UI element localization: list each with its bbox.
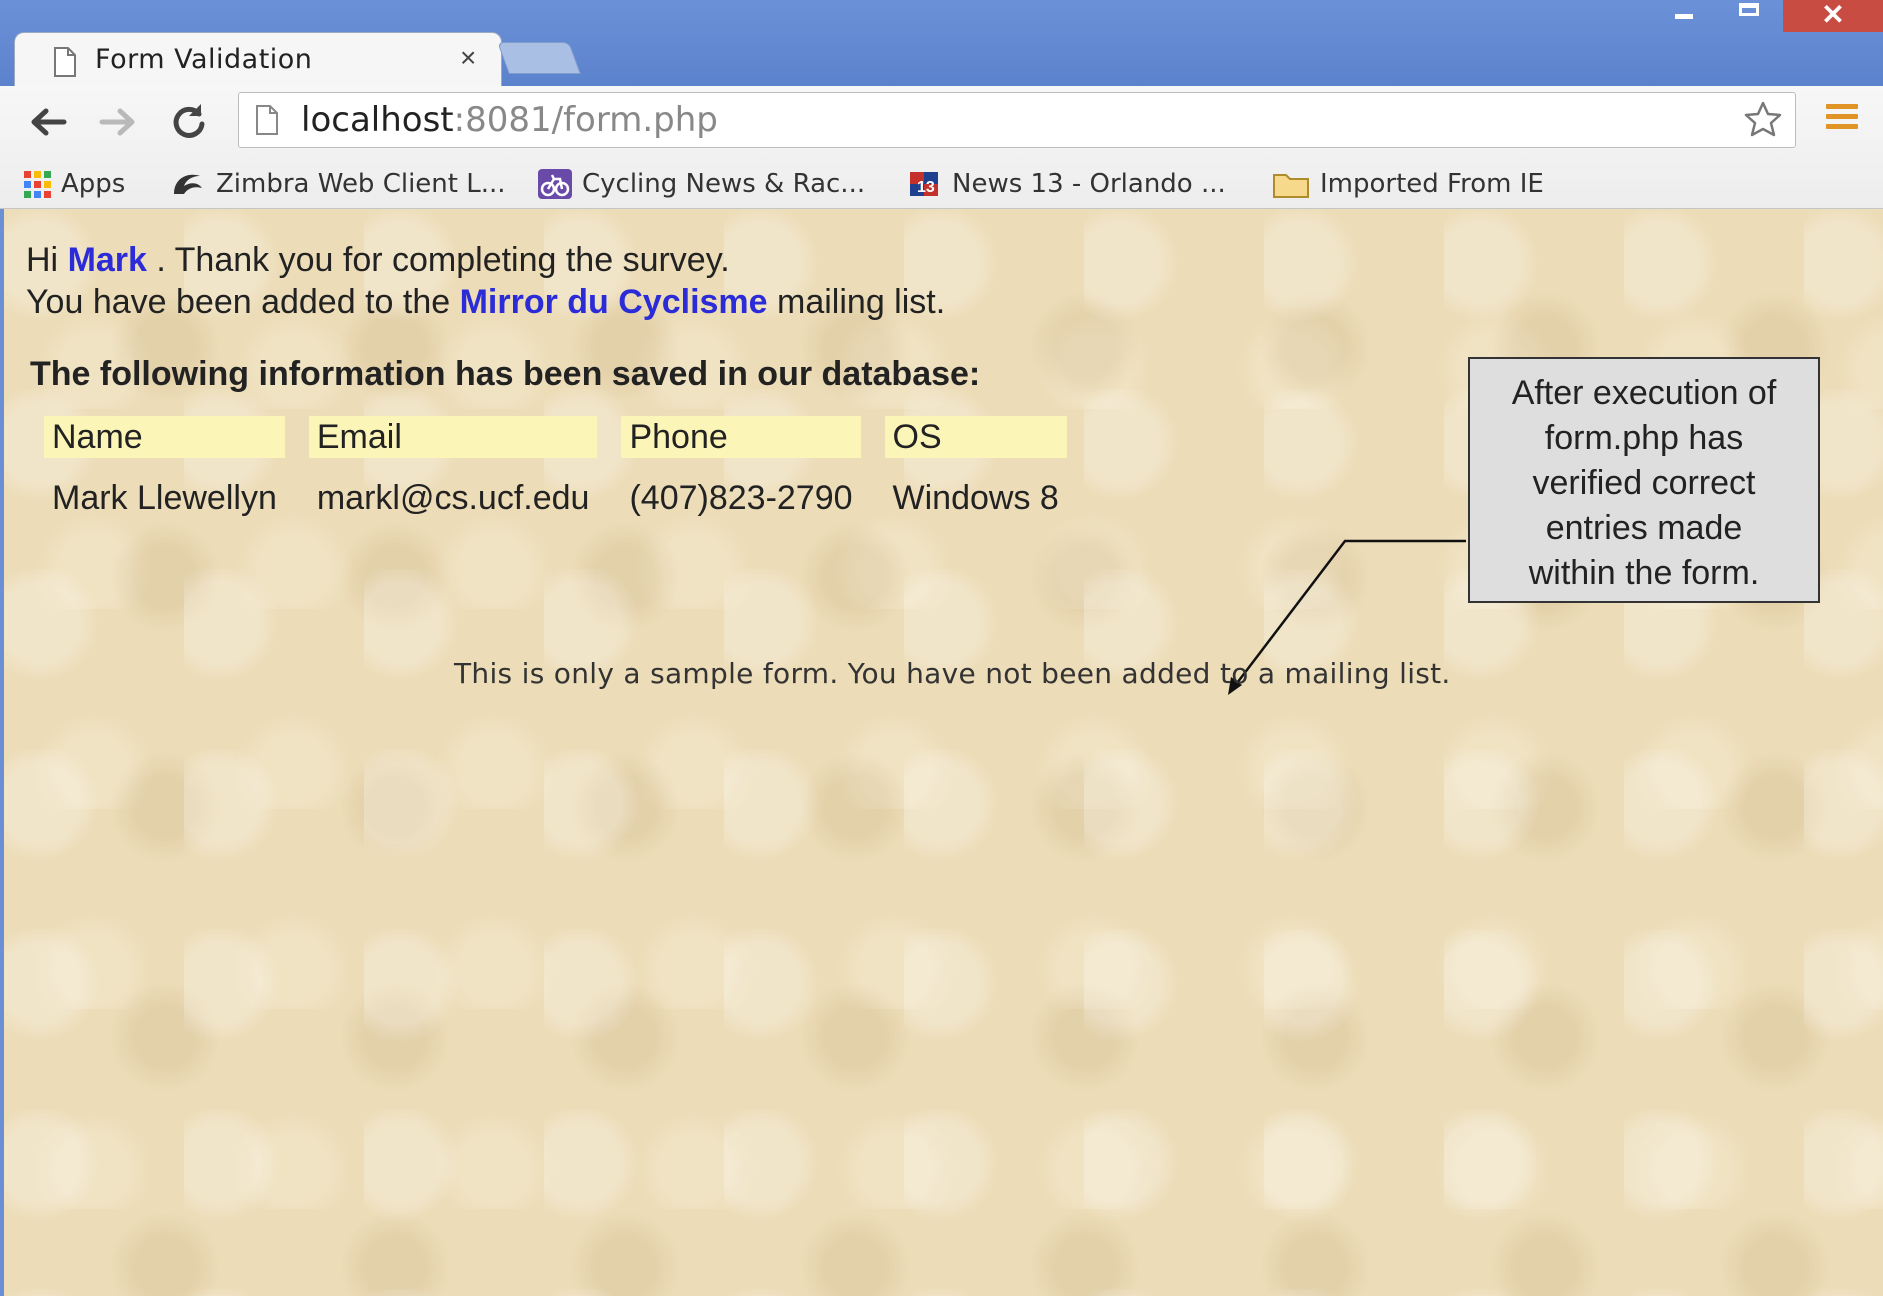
table-header-row: Name Email Phone OS [44, 416, 1067, 458]
back-arrow-icon [31, 108, 67, 136]
callout-line: form.php has [1544, 419, 1744, 457]
header-name: Name [44, 416, 285, 458]
close-window-button[interactable]: ✕ [1783, 0, 1883, 32]
table-row: Mark Llewellyn markl@cs.ucf.edu (407)823… [44, 458, 1067, 518]
header-email: Email [285, 416, 598, 458]
header-phone: Phone [597, 416, 861, 458]
back-button[interactable] [26, 100, 70, 144]
annotation-callout: After execution of form.php has verified… [1468, 357, 1820, 603]
bookmarks-bar: Apps Zimbra Web Client L... Cycling News… [0, 158, 1883, 206]
new-tab-button[interactable] [497, 42, 581, 74]
news13-icon: 13 [910, 172, 938, 196]
saved-info-table: Name Email Phone OS Mark Llewellyn markl… [44, 416, 1067, 518]
callout-line: After execution of [1511, 374, 1777, 412]
reload-icon [173, 104, 205, 138]
cell-email: markl@cs.ucf.edu [316, 479, 590, 517]
url-path: :8081/form.php [453, 100, 718, 140]
forward-arrow-icon [99, 108, 135, 136]
menu-icon[interactable] [1826, 104, 1858, 134]
bookmark-star-icon[interactable] [1743, 100, 1783, 145]
greeting: Hi Mark . Thank you for completing the s… [26, 239, 945, 323]
tab-title: Form Validation [95, 44, 313, 75]
folder-icon [1273, 174, 1309, 198]
bookmark-label: Cycling News & Rac... [582, 169, 866, 199]
tab-close-icon[interactable]: × [460, 42, 476, 74]
bookmark-cycling-news[interactable]: Cycling News & Rac... [538, 166, 865, 202]
forward-button[interactable] [96, 100, 140, 144]
bookmark-label: Zimbra Web Client L... [216, 169, 506, 199]
page-content: Hi Mark . Thank you for completing the s… [4, 209, 1883, 1296]
zimbra-icon [174, 174, 202, 194]
svg-text:13: 13 [917, 179, 935, 196]
browser-toolbar: localhost:8081/form.php Apps Zimbra Web … [0, 86, 1883, 209]
maximize-button[interactable] [1725, 0, 1773, 30]
bookmark-zimbra[interactable]: Zimbra Web Client L... [170, 166, 506, 202]
reload-button[interactable] [166, 100, 210, 144]
callout-line: within the form. [1528, 554, 1760, 592]
bookmark-apps[interactable]: Apps [24, 166, 125, 202]
cell-phone: (407)823-2790 [629, 479, 853, 517]
url-text[interactable]: localhost:8081/form.php [301, 100, 718, 140]
minimize-button[interactable] [1660, 0, 1708, 30]
user-name: Mark [67, 241, 147, 279]
callout-arrow-icon [1228, 539, 1466, 695]
bookmark-label: News 13 - Orlando ... [952, 169, 1226, 199]
callout-line: verified correct [1532, 464, 1756, 502]
saved-heading: The following information has been saved… [30, 355, 981, 393]
url-host: localhost [301, 100, 454, 140]
page-icon [53, 47, 77, 82]
page-icon [255, 105, 279, 140]
tab-form-validation[interactable]: Form Validation × [14, 32, 502, 87]
cell-os: Windows 8 [892, 479, 1059, 517]
mailing-list-name: Mirror du Cyclisme [459, 283, 768, 321]
bookmark-news13[interactable]: 13 News 13 - Orlando ... [908, 166, 1226, 202]
cycling-icon [538, 169, 572, 199]
address-bar[interactable]: localhost:8081/form.php [238, 92, 1796, 148]
apps-grid-icon [24, 170, 51, 198]
greeting-line-1: Hi Mark . Thank you for completing the s… [26, 241, 730, 279]
header-os: OS [861, 416, 1067, 458]
sample-form-note: This is only a sample form. You have not… [454, 657, 1451, 690]
cell-name: Mark Llewellyn [52, 479, 277, 517]
callout-line: entries made [1545, 509, 1743, 547]
title-bar: Form Validation × ✕ [0, 0, 1883, 87]
bookmark-label: Imported From IE [1320, 169, 1544, 199]
bookmark-label: Apps [61, 169, 126, 199]
bookmark-folder-imported[interactable]: Imported From IE [1272, 166, 1544, 202]
greeting-line-2: You have been added to the Mirror du Cyc… [26, 283, 946, 321]
